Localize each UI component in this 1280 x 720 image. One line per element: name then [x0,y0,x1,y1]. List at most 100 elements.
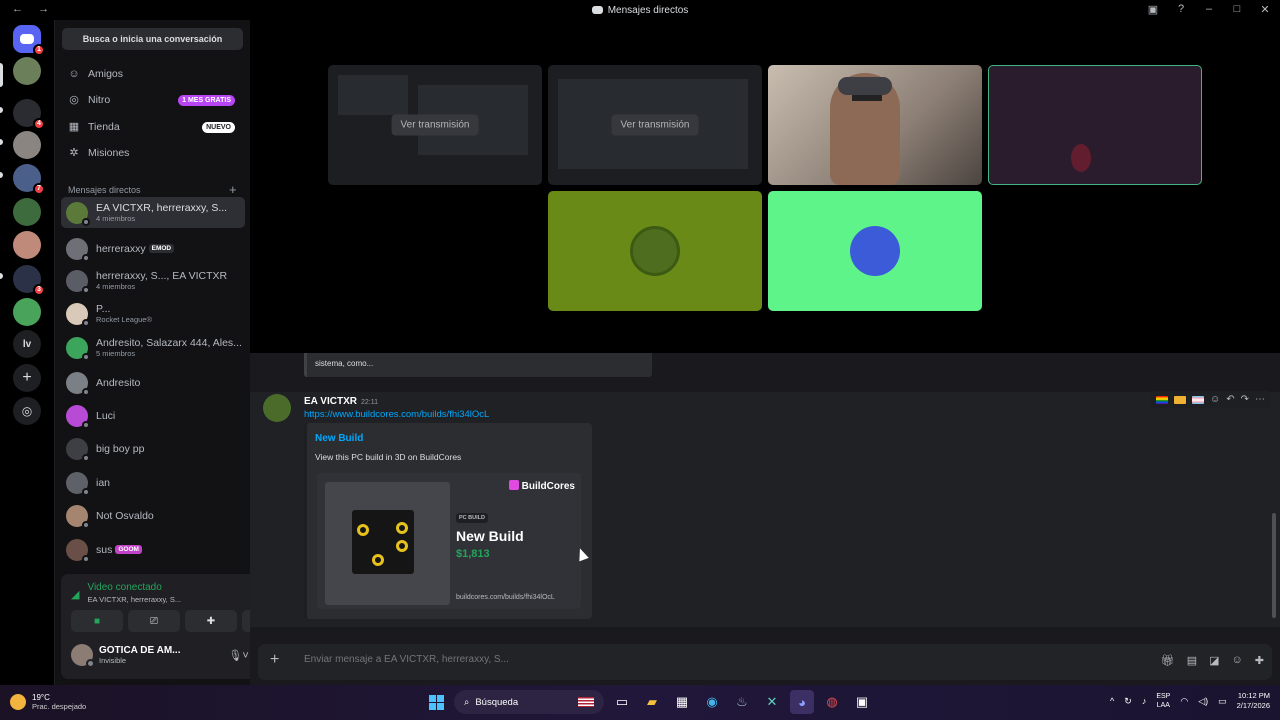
watch-stream-button[interactable]: Ver transmisión [391,114,479,136]
apps-icon[interactable]: ✚ [1255,654,1264,667]
mic-tray-icon[interactable]: ♪ [1142,696,1147,706]
emoji-reaction-icon[interactable] [1174,395,1186,404]
start-button[interactable] [424,690,448,714]
watch-stream-button[interactable]: Ver transmisión [611,114,699,136]
nav-shop[interactable]: ▦ Tienda NUEVO [61,115,245,139]
steam-icon[interactable]: ♨ [730,690,754,714]
forward-icon[interactable]: ↷ [1241,394,1249,405]
add-server-icon[interactable]: + [13,364,41,392]
webcam-tile[interactable] [768,65,982,185]
embed-title[interactable]: New Build [315,433,363,444]
inbox-icon[interactable]: ▣ [1146,3,1160,16]
server-icon[interactable] [13,131,41,159]
message-input[interactable] [304,654,1004,665]
flag-reaction-icon[interactable] [1192,395,1204,404]
emoji-icon[interactable]: ☺ [1232,654,1243,667]
dm-item[interactable]: ian [61,467,245,498]
server-icon[interactable] [13,298,41,326]
stream-tile[interactable]: Ver transmisión [328,65,542,185]
app-icon[interactable]: ✕ [760,690,784,714]
webcam-tile-speaking[interactable] [988,65,1202,185]
server-icon[interactable] [13,198,41,226]
dm-item[interactable]: Andresito [61,367,245,398]
server-icon[interactable]: 7 [13,164,45,195]
discover-icon[interactable]: ◎ [13,397,41,425]
sync-icon[interactable]: ↻ [1124,696,1132,707]
embed-card[interactable]: BuildCores PC BUILD New Build $1,813 bui… [317,473,589,609]
volume-icon[interactable]: ◁) [1198,696,1208,707]
avatar[interactable] [263,394,291,422]
battery-icon[interactable]: ▭ [1218,696,1227,707]
gif-icon[interactable]: ▤ [1187,654,1197,667]
server-icon-lv[interactable]: lv [13,330,41,358]
nav-friends[interactable]: ☺ Amigos [61,62,245,86]
chevron-up-icon[interactable]: ^ [1110,696,1114,706]
dm-item[interactable]: Luci [61,400,245,431]
dm-item[interactable]: sus GOOM [61,534,245,565]
dm-item[interactable]: herreraxxy EMOD [61,233,245,264]
participant-avatar [850,226,900,276]
nav-quests[interactable]: ✲ Misiones [61,141,245,165]
signal-icon[interactable]: ◢ [71,588,79,604]
server-icon[interactable]: 3 [13,265,45,296]
dm-item[interactable]: EA VICTXR, herreraxxy, S... 4 miembros [61,197,245,228]
more-icon[interactable]: ⋯ [1255,394,1265,405]
task-view-icon[interactable]: ▭ [610,690,634,714]
message-timestamp: 22:11 [360,399,378,406]
chrome-icon[interactable]: ◍ [820,690,844,714]
dm-item[interactable]: Andresito, Salazarx 444, Ales... 5 miembr… [61,332,245,363]
help-icon[interactable]: ? [1174,3,1188,16]
camera-button[interactable]: ■ [71,610,123,632]
file-explorer-icon[interactable]: ▰ [640,690,664,714]
sticker-icon[interactable]: ◪ [1209,654,1219,667]
attach-plus-icon[interactable]: + [270,651,279,669]
avatar[interactable] [71,644,95,668]
status-indicator [82,217,90,226]
flag-reaction-icon[interactable] [1156,395,1168,404]
shop-icon: ▦ [68,121,80,133]
app-icon[interactable]: ▣ [850,690,874,714]
activities-button[interactable]: ✚ [185,610,237,632]
edge-icon[interactable]: ◉ [700,690,724,714]
direct-messages-button[interactable]: 1 [13,25,45,56]
nav-shop-label: Tienda [88,121,120,133]
voice-status-text[interactable]: Video conectado [87,582,181,593]
avatar-tile[interactable] [768,191,982,311]
maximize-icon[interactable]: □ [1230,3,1244,16]
message-link[interactable]: https://www.buildcores.com/builds/fhi34l… [304,409,489,420]
dm-item[interactable]: P... Rocket League® [61,298,245,329]
add-reaction-icon[interactable]: ☺ [1210,394,1220,405]
create-dm-icon[interactable]: + [229,182,237,197]
clock[interactable]: 10:12 PM 2/17/2026 [1237,691,1270,711]
gift-icon[interactable]: 🎁︎ [1161,654,1175,667]
search-conversation-button[interactable]: Busca o inicia una conversación [62,28,243,50]
server-icon[interactable] [13,57,41,85]
status-indicator [82,520,90,529]
minimize-icon[interactable]: – [1202,3,1216,16]
server-icon[interactable]: 4 [13,99,45,130]
server-icon[interactable] [13,231,41,259]
dm-item[interactable]: Not Osvaldo [61,500,245,531]
message-author[interactable]: EA VICTXR [304,396,357,407]
store-icon[interactable]: ▦ [670,690,694,714]
chat-scrollbar[interactable] [1272,513,1276,618]
screen-share-button[interactable]: ⎚ [128,610,180,632]
stream-tile[interactable]: Ver transmisión [548,65,762,185]
voice-channel-name[interactable]: EA VICTXR, herreraxxy, S... [87,595,181,604]
message-row[interactable]: ☺ ↶ ↷ ⋯ EA VICTXR 22:11 https://www.build… [250,391,1280,627]
microphone-icon[interactable]: 🎙︎˅ [228,649,248,662]
wifi-icon[interactable]: ◠ [1180,696,1188,707]
reply-icon[interactable]: ↶ [1226,394,1234,405]
discord-taskbar-icon[interactable]: ◕ [790,690,814,714]
dm-item[interactable]: herreraxxy, S..., EA VICTXR 4 miembros [61,265,245,296]
dm-item[interactable]: big boy pp [61,433,245,464]
close-icon[interactable]: ✕ [1258,3,1272,16]
avatar-tile[interactable] [548,191,762,311]
nav-nitro[interactable]: ◎ Nitro 1 MES GRATIS [61,88,245,112]
status-indicator [82,285,90,294]
weather-widget[interactable]: 19°C Prac. despejado [10,693,86,711]
taskbar-search[interactable]: ⌕ Búsqueda [454,690,604,714]
username[interactable]: GOTICA DE AM... [99,645,180,656]
notification-badge: 1 [33,44,45,56]
language-indicator[interactable]: ESP LAA [1156,692,1170,710]
